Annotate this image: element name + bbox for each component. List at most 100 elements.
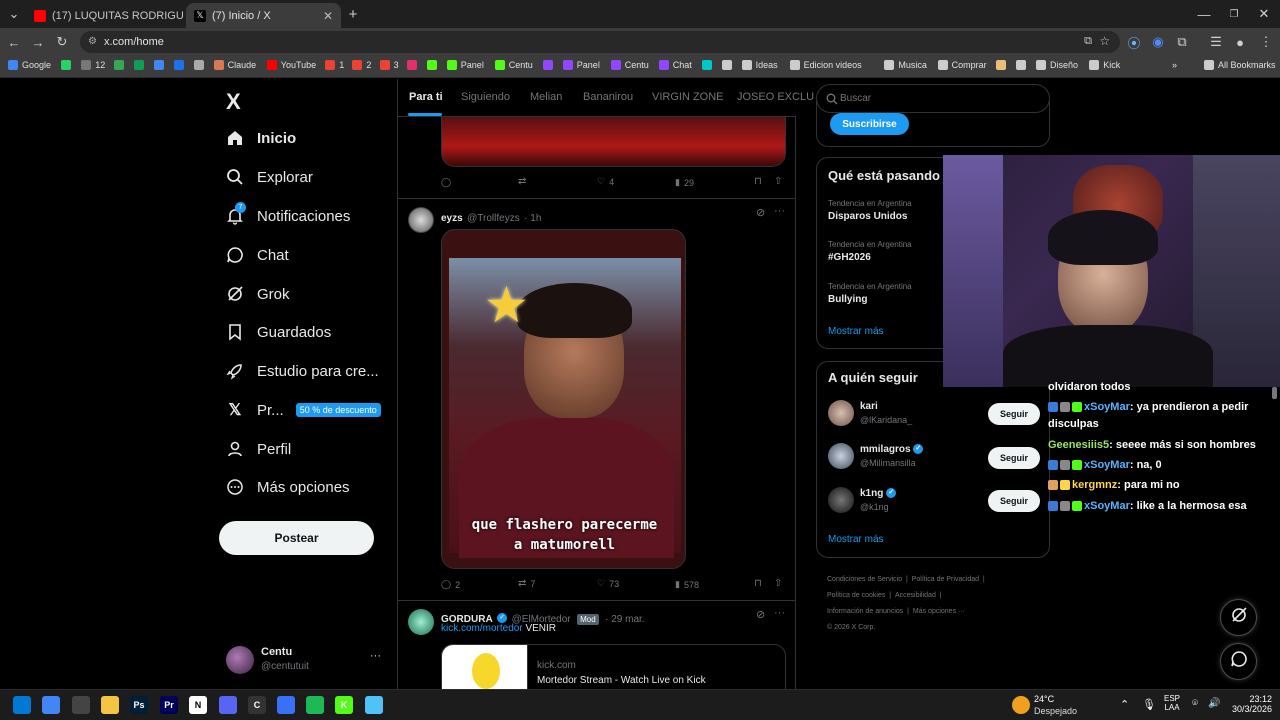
bookmark-item[interactable]: Centu bbox=[610, 60, 649, 70]
extension-icon[interactable]: ◉ bbox=[1148, 32, 1168, 52]
bookmark-item[interactable]: 2 bbox=[352, 60, 371, 70]
nav-estudio[interactable]: Estudio para cre... bbox=[226, 355, 379, 387]
nav-inicio[interactable]: Inicio bbox=[226, 122, 296, 154]
kick-icon[interactable]: K bbox=[335, 696, 353, 714]
nav-notificaciones[interactable]: 7 Notificaciones bbox=[226, 200, 350, 232]
trend-item[interactable]: Tendencia en Argentina #GH2026 bbox=[828, 240, 912, 263]
link-card[interactable]: kick.com Mortedor Stream - Watch Live on… bbox=[441, 644, 786, 689]
more-icon[interactable]: ··· bbox=[774, 607, 785, 619]
nav-grok[interactable]: Grok bbox=[226, 278, 290, 310]
avatar[interactable] bbox=[408, 609, 434, 635]
new-tab-button[interactable]: + bbox=[343, 4, 363, 24]
follow-button[interactable]: Seguir bbox=[988, 447, 1040, 469]
star-icon[interactable]: ☆ bbox=[1099, 34, 1110, 48]
chrome-icon[interactable] bbox=[42, 696, 60, 714]
notepad-icon[interactable] bbox=[365, 696, 383, 714]
footer-link[interactable]: Política de cookies bbox=[827, 592, 885, 599]
show-more-trends[interactable]: Mostrar más bbox=[828, 326, 884, 337]
tab-youtube[interactable]: (17) LUQUITAS RODRIGUEZ Y L ✕ bbox=[26, 3, 184, 28]
follow-suggestion[interactable]: mmilagros ✓ @Milimansilla Seguir bbox=[828, 442, 1040, 472]
bookmark-item[interactable] bbox=[406, 60, 421, 70]
bookmark-button[interactable]: ⊓ bbox=[754, 578, 762, 589]
grok-floating-button[interactable] bbox=[1220, 599, 1257, 636]
follow-suggestion[interactable]: kari @lKaridana_ Seguir bbox=[828, 399, 1040, 429]
bookmark-item[interactable]: Ideas bbox=[741, 60, 778, 70]
windows-start-icon[interactable] bbox=[13, 696, 31, 714]
follow-button[interactable]: Seguir bbox=[988, 403, 1040, 425]
tweet-time[interactable]: · 1h bbox=[524, 213, 541, 224]
more-icon[interactable]: ··· bbox=[774, 205, 785, 217]
bookmark-item[interactable]: 3 bbox=[379, 60, 399, 70]
footer-link[interactable]: Más opciones ··· bbox=[913, 608, 965, 615]
bookmark-item[interactable]: Google bbox=[8, 60, 51, 70]
weather-temp[interactable]: 24°C bbox=[1034, 694, 1054, 704]
bookmark-item[interactable]: Panel bbox=[446, 60, 484, 70]
page-scrollbar[interactable] bbox=[1272, 387, 1277, 399]
chat-username[interactable]: xSoyMar bbox=[1084, 500, 1130, 512]
account-more-icon[interactable]: ··· bbox=[370, 650, 381, 662]
bookmark-item[interactable]: Chat bbox=[658, 60, 692, 70]
forward-icon[interactable]: → bbox=[28, 32, 48, 52]
puzzle-icon[interactable]: ⧉ bbox=[1172, 32, 1192, 52]
bookmark-item[interactable]: Edicion videos bbox=[789, 60, 862, 70]
bookmark-item[interactable] bbox=[173, 60, 188, 70]
grok-icon[interactable]: ⊘ bbox=[756, 608, 765, 621]
install-icon[interactable]: ⧉ bbox=[1084, 35, 1092, 48]
follow-suggestion[interactable]: k1ng ✓ @k1ng Seguir bbox=[828, 486, 1040, 516]
bookmark-item[interactable]: Centu bbox=[494, 60, 533, 70]
bookmark-button[interactable]: ⊓ bbox=[754, 176, 762, 187]
follow-button[interactable]: Seguir bbox=[988, 490, 1040, 512]
clock[interactable]: 23:12 30/3/2026 bbox=[1228, 694, 1272, 714]
footer-link[interactable]: Política de Privacidad bbox=[912, 576, 979, 583]
reload-icon[interactable]: ↻ bbox=[52, 32, 72, 52]
bookmark-item[interactable]: Kick bbox=[1089, 60, 1120, 70]
chevron-up-icon[interactable]: ⌃ bbox=[1120, 698, 1129, 711]
close-tab-icon[interactable]: ✕ bbox=[323, 9, 333, 23]
bookmark-item[interactable] bbox=[721, 60, 736, 70]
bookmark-item[interactable] bbox=[193, 60, 208, 70]
tweet-media[interactable]: ★ que flashero parecerme a matumorell bbox=[441, 229, 686, 569]
trend-item[interactable]: Tendencia en Argentina Bullying bbox=[828, 282, 912, 305]
tweet-time[interactable]: · 29 mar. bbox=[605, 614, 644, 625]
repost-button[interactable]: ⇄ bbox=[518, 176, 526, 187]
bookmark-item[interactable]: Claude bbox=[213, 60, 256, 70]
views-button[interactable]: ▮ 578 bbox=[675, 579, 699, 590]
trend-item[interactable]: Tendencia en Argentina Disparos Unidos bbox=[828, 199, 912, 222]
share-button[interactable]: ⇧ bbox=[774, 176, 782, 187]
tab-bananirou[interactable]: Bananirou bbox=[583, 91, 633, 103]
microphone-icon[interactable]: 🎙 bbox=[1142, 698, 1156, 711]
spotify-icon[interactable] bbox=[306, 696, 324, 714]
reply-button[interactable]: ◯ 2 bbox=[441, 579, 460, 590]
weather-desc[interactable]: Despejado bbox=[1034, 706, 1077, 716]
photoshop-icon[interactable]: Ps bbox=[130, 696, 148, 714]
nav-perfil[interactable]: Perfil bbox=[226, 433, 291, 465]
footer-link[interactable]: Condiciones de Servicio bbox=[827, 576, 902, 583]
share-button[interactable]: ⇧ bbox=[774, 578, 782, 589]
maximize-icon[interactable]: ❐ bbox=[1224, 4, 1244, 24]
tweet-author-handle[interactable]: @Trollfeyzs bbox=[467, 213, 520, 224]
tweet-media[interactable] bbox=[441, 117, 786, 167]
bookmark-item[interactable] bbox=[153, 60, 168, 70]
bookmark-item[interactable]: Musica bbox=[884, 60, 927, 70]
chat-username[interactable]: kergmnz bbox=[1072, 479, 1117, 491]
bookmark-item[interactable]: Diseño bbox=[1036, 60, 1078, 70]
avatar[interactable] bbox=[408, 207, 434, 233]
nav-mas-opciones[interactable]: Más opciones bbox=[226, 471, 350, 503]
bookmark-item[interactable] bbox=[426, 60, 441, 70]
site-info-icon[interactable]: ⚙ bbox=[88, 36, 97, 47]
tweet-link[interactable]: kick.com/mortedor bbox=[441, 623, 523, 634]
bookmark-item[interactable] bbox=[701, 60, 716, 70]
views-button[interactable]: ▮ 29 bbox=[675, 177, 694, 188]
bookmark-item[interactable] bbox=[996, 60, 1010, 70]
tab-melian[interactable]: Melian bbox=[530, 91, 562, 103]
chat-username[interactable]: xSoyMar bbox=[1084, 459, 1130, 471]
all-bookmarks[interactable]: All Bookmarks bbox=[1204, 60, 1276, 70]
bookmark-item[interactable]: YouTube bbox=[266, 60, 316, 70]
bookmark-item[interactable]: Comprar bbox=[937, 60, 987, 70]
chat-username[interactable]: xSoyMar bbox=[1084, 401, 1130, 413]
profile-avatar-icon[interactable]: ● bbox=[1230, 32, 1250, 52]
bookmark-item[interactable] bbox=[1016, 60, 1030, 70]
bookmark-item[interactable] bbox=[61, 60, 75, 70]
app-icon[interactable] bbox=[277, 696, 295, 714]
premiere-icon[interactable]: Pr bbox=[160, 696, 178, 714]
